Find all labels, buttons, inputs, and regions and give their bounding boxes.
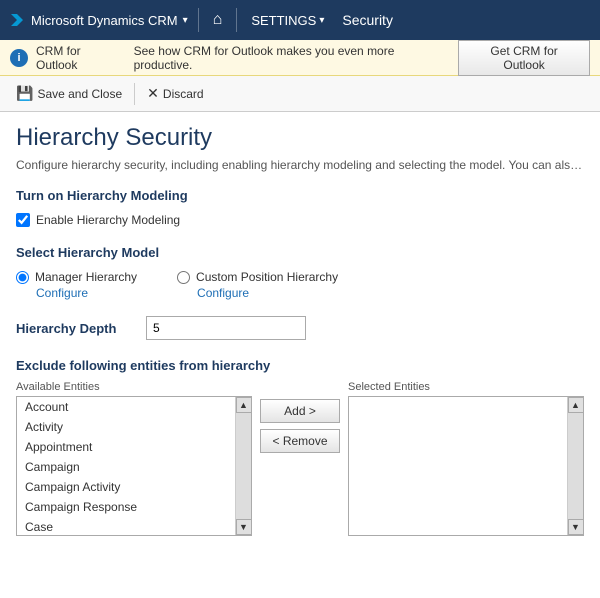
app-chevron: ▾ — [183, 15, 188, 26]
available-entities-list[interactable]: Account Activity Appointment Campaign Ca… — [16, 396, 252, 536]
add-button[interactable]: Add > — [260, 399, 340, 423]
manager-hierarchy-label: Manager Hierarchy — [35, 270, 137, 284]
save-close-label: Save and Close — [37, 87, 122, 101]
page-description: Configure hierarchy security, including … — [16, 158, 584, 172]
toolbar: 💾 Save and Close ✕ Discard — [0, 76, 600, 112]
available-scrollbar[interactable]: ▲ ▼ — [235, 397, 251, 535]
remove-button[interactable]: < Remove — [260, 429, 340, 453]
save-icon: 💾 — [16, 85, 33, 102]
discard-icon: ✕ — [147, 85, 159, 102]
scroll-up-arrow[interactable]: ▲ — [236, 397, 252, 413]
page-title: Hierarchy Security — [16, 124, 584, 152]
scroll-track — [568, 413, 583, 519]
home-icon[interactable]: ⌂ — [209, 11, 227, 29]
manager-hierarchy-option: Manager Hierarchy Configure — [16, 270, 137, 300]
settings-chevron: ▾ — [319, 15, 324, 26]
discard-label: Discard — [163, 87, 204, 101]
banner-crm-label: CRM for Outlook — [36, 44, 124, 72]
enable-hierarchy-checkbox[interactable] — [16, 213, 30, 227]
available-entities-label: Available Entities — [16, 381, 252, 393]
outlook-banner: i CRM for Outlook See how CRM for Outloo… — [0, 40, 600, 76]
custom-position-radio[interactable] — [177, 271, 190, 284]
available-entities-container: Available Entities Account Activity Appo… — [16, 381, 252, 536]
discard-button[interactable]: ✕ Discard — [139, 81, 211, 106]
settings-label: SETTINGS — [251, 13, 316, 28]
ms-dynamics-icon — [8, 11, 26, 29]
selected-entities-label: Selected Entities — [348, 381, 584, 393]
entities-area: Available Entities Account Activity Appo… — [16, 381, 584, 536]
hierarchy-depth-label: Hierarchy Depth — [16, 321, 136, 336]
toolbar-separator — [134, 83, 135, 105]
enable-hierarchy-row: Enable Hierarchy Modeling — [16, 213, 584, 227]
scroll-down-arrow[interactable]: ▼ — [236, 519, 252, 535]
selected-scrollbar[interactable]: ▲ ▼ — [567, 397, 583, 535]
settings-menu[interactable]: SETTINGS ▾ — [247, 13, 328, 28]
list-item[interactable]: Account — [17, 397, 235, 417]
scroll-track — [236, 413, 251, 519]
transfer-buttons-area: Add > < Remove — [260, 381, 340, 453]
selected-entities-list[interactable]: ▲ ▼ — [348, 396, 584, 536]
nav-divider-2 — [236, 8, 237, 32]
get-crm-outlook-button[interactable]: Get CRM for Outlook — [458, 40, 590, 76]
custom-position-option: Custom Position Hierarchy Configure — [177, 270, 338, 300]
main-content: Hierarchy Security Configure hierarchy s… — [0, 112, 600, 598]
scroll-down-arrow[interactable]: ▼ — [568, 519, 584, 535]
list-item[interactable]: Campaign Activity — [17, 477, 235, 497]
selected-entities-container: Selected Entities ▲ ▼ — [348, 381, 584, 536]
custom-position-label: Custom Position Hierarchy — [196, 270, 338, 284]
enable-hierarchy-label: Enable Hierarchy Modeling — [36, 213, 180, 227]
app-name: Microsoft Dynamics CRM — [31, 13, 178, 28]
custom-position-configure-link[interactable]: Configure — [197, 286, 338, 300]
list-item[interactable]: Activity — [17, 417, 235, 437]
nav-divider-1 — [198, 8, 199, 32]
hierarchy-model-options: Manager Hierarchy Configure Custom Posit… — [16, 270, 584, 300]
hierarchy-depth-row: Hierarchy Depth — [16, 316, 584, 340]
list-item[interactable]: Campaign Response — [17, 497, 235, 517]
scroll-up-arrow[interactable]: ▲ — [568, 397, 584, 413]
app-logo[interactable]: Microsoft Dynamics CRM ▾ — [8, 11, 188, 29]
hierarchy-model-header: Select Hierarchy Model — [16, 245, 584, 260]
exclude-entities-header: Exclude following entities from hierarch… — [16, 358, 584, 373]
top-nav-bar: Microsoft Dynamics CRM ▾ ⌂ SETTINGS ▾ Se… — [0, 0, 600, 40]
hierarchy-modeling-header: Turn on Hierarchy Modeling — [16, 188, 584, 203]
banner-description: See how CRM for Outlook makes you even m… — [134, 44, 451, 72]
list-item[interactable]: Appointment — [17, 437, 235, 457]
manager-hierarchy-configure-link[interactable]: Configure — [36, 286, 137, 300]
list-item[interactable]: Campaign — [17, 457, 235, 477]
nav-section-title: Security — [342, 12, 393, 28]
manager-hierarchy-radio[interactable] — [16, 271, 29, 284]
info-icon: i — [10, 49, 28, 67]
list-item[interactable]: Case — [17, 517, 235, 536]
hierarchy-depth-input[interactable] — [146, 316, 306, 340]
save-close-button[interactable]: 💾 Save and Close — [8, 81, 130, 106]
